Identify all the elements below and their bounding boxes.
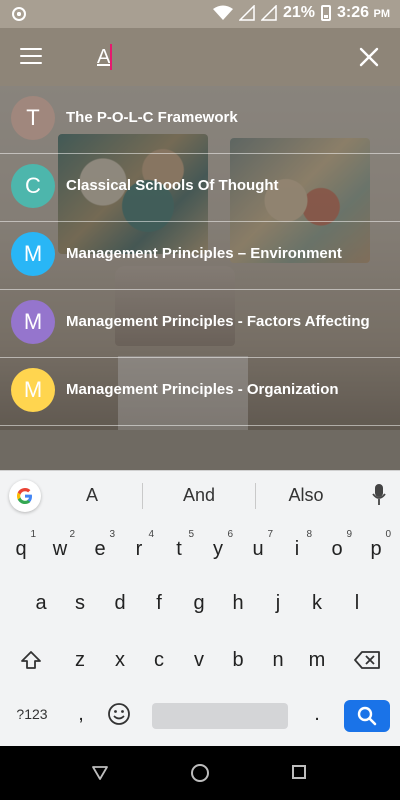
shift-key[interactable] [12,638,50,682]
list-item-title: Management Principles – Environment [66,245,342,262]
keyboard-row-3: z x c v b n m [0,638,400,682]
key-h[interactable]: h [219,581,257,625]
key-x[interactable]: x [101,638,139,682]
divider [142,483,143,509]
key-m[interactable]: m [298,638,336,682]
list-item-title: The P-O-L-C Framework [66,109,238,126]
symbols-key[interactable]: ?123 [10,692,54,736]
key-s[interactable]: s [61,581,99,625]
key-y[interactable]: 6y [199,527,237,571]
list-item[interactable]: C Classical Schools Of Thought [0,154,400,222]
keyboard-row-1: 1q 2w 3e 4r 5t 6y 7u 8i 9o 0p [0,527,400,571]
search-key[interactable] [344,700,390,732]
backspace-icon [354,651,380,669]
list-item[interactable]: T The P-O-L-C Framework [0,86,400,154]
suggestion-2[interactable]: And [170,485,228,506]
list-item-title: Management Principles - Factors Affectin… [66,313,370,330]
battery-percent: 21% [282,4,316,21]
search-input[interactable]: A [97,46,110,69]
battery-icon [321,5,332,21]
back-icon[interactable] [92,766,108,780]
avatar: M [11,368,55,412]
key-n[interactable]: n [259,638,297,682]
list-item[interactable]: M Management Principles – Environment [0,222,400,290]
divider [255,483,256,509]
close-icon[interactable] [358,46,380,68]
recents-icon[interactable] [292,765,306,779]
keyboard-row-2: a s d f g h j k l [0,581,400,625]
search-results-list: T The P-O-L-C Framework C Classical Scho… [0,86,400,426]
search-app-bar: A [0,28,400,86]
list-item[interactable]: M Management Principles - Factors Affect… [0,290,400,358]
notification-icon [12,7,26,21]
list-item-title: Classical Schools Of Thought [66,177,279,194]
avatar: C [11,164,55,208]
microphone-icon[interactable] [372,483,386,507]
key-j[interactable]: j [259,581,297,625]
avatar: M [11,232,55,276]
suggestion-3[interactable]: Also [280,485,332,506]
key-l[interactable]: l [338,581,376,625]
key-c[interactable]: c [140,638,178,682]
avatar: T [11,96,55,140]
key-b[interactable]: b [219,638,257,682]
shift-icon [21,651,41,669]
home-icon[interactable] [191,764,209,782]
key-r[interactable]: 4r [120,527,158,571]
emoji-icon [108,703,130,725]
avatar: M [11,300,55,344]
space-bar[interactable] [152,703,288,729]
key-a[interactable]: a [22,581,60,625]
key-f[interactable]: f [140,581,178,625]
key-g[interactable]: g [180,581,218,625]
google-logo-icon[interactable] [9,480,41,512]
keyboard: A And Also 1q 2w 3e 4r 5t 6y 7u 8i 9o 0p… [0,470,400,746]
key-i[interactable]: 8i [278,527,316,571]
keyboard-row-4: ?123 , . [0,692,400,740]
list-item-title: Management Principles - Organization [66,381,339,398]
key-q[interactable]: 1q [2,527,40,571]
suggestion-1[interactable]: A [70,485,114,506]
clock: 3:26 PM [337,4,390,21]
signal-icon-2 [260,5,277,21]
search-icon [357,706,377,726]
comma-key[interactable]: , [62,692,100,736]
signal-icon [238,5,255,21]
list-item[interactable]: M Management Principles - Organization [0,358,400,426]
emoji-key[interactable] [100,692,138,736]
key-p[interactable]: 0p [357,527,395,571]
system-nav-bar [0,746,400,800]
wifi-icon [212,5,233,20]
suggestion-strip: A And Also [0,470,400,519]
key-o[interactable]: 9o [318,527,356,571]
key-e[interactable]: 3e [81,527,119,571]
backspace-key[interactable] [348,638,386,682]
key-d[interactable]: d [101,581,139,625]
key-u[interactable]: 7u [239,527,277,571]
period-key[interactable]: . [298,692,336,736]
key-w[interactable]: 2w [41,527,79,571]
key-z[interactable]: z [61,638,99,682]
status-bar: 21% 3:26 PM [0,0,400,28]
key-v[interactable]: v [180,638,218,682]
key-k[interactable]: k [298,581,336,625]
hamburger-menu-icon[interactable] [20,48,42,66]
text-cursor [110,44,112,70]
key-t[interactable]: 5t [160,527,198,571]
